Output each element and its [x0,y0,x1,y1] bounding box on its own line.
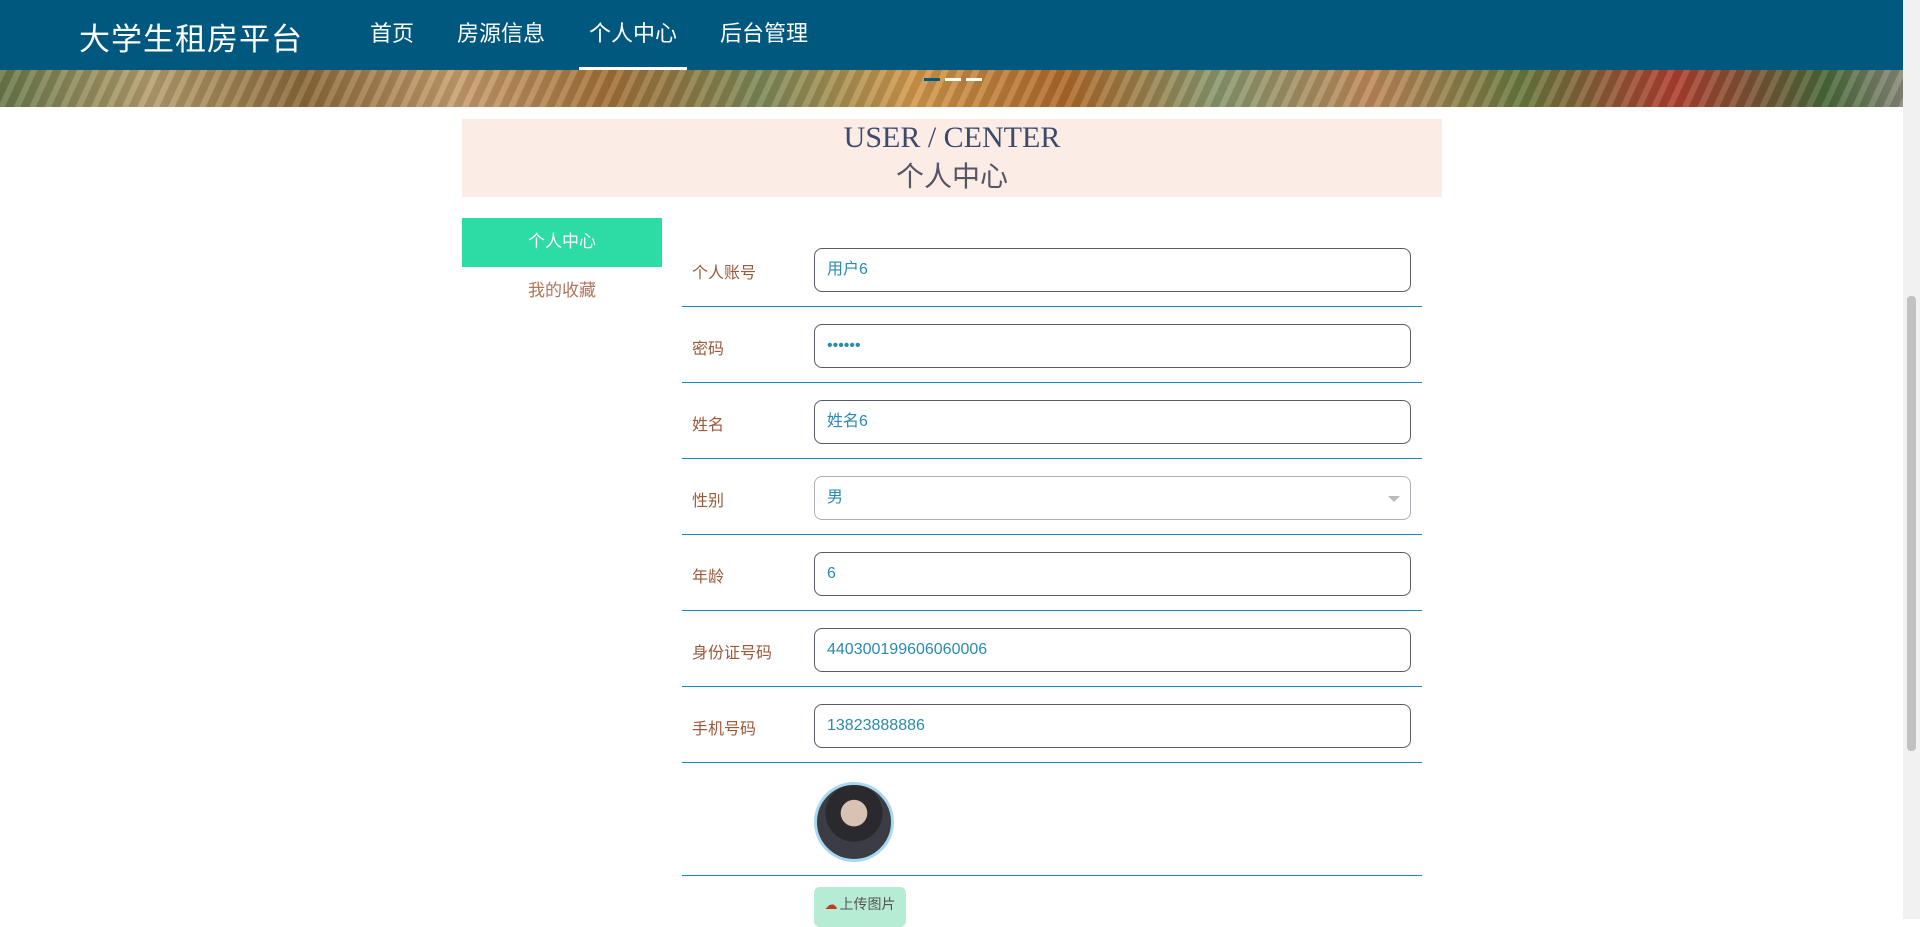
avatar [814,782,894,862]
chevron-down-icon [1388,496,1400,502]
form-row-phone: 手机号码 13823888886 [682,687,1422,763]
age-label: 年龄 [692,567,725,586]
page-scrollbar[interactable] [1903,0,1920,919]
form-row-age: 年龄 6 [682,535,1422,611]
nav-home[interactable]: 首页 [370,0,414,70]
form-row-password: 密码 •••••• [682,307,1422,383]
gender-select[interactable]: 男 [814,476,1411,520]
form-row-account: 个人账号 用户6 [682,231,1422,307]
form-row-gender: 性别 男 [682,459,1422,535]
nav-listings[interactable]: 房源信息 [457,0,545,70]
carousel-dot-2[interactable] [945,78,961,81]
page-title-zh: 个人中心 [895,160,1008,193]
password-label: 密码 [692,339,725,358]
nav-user-center[interactable]: 个人中心 [578,0,688,70]
gender-label: 性别 [692,491,725,510]
scrollbar-thumb[interactable] [1907,296,1916,751]
profile-form: 个人账号 用户6 密码 •••••• 姓名 姓名6 性别 男 年龄 6 身份证号… [682,231,1422,876]
form-row-avatar [682,763,1422,876]
name-label: 姓名 [692,415,725,434]
page-title-en: USER / CENTER [843,121,1061,154]
name-field[interactable]: 姓名6 [814,400,1411,444]
password-field[interactable]: •••••• [814,324,1411,368]
id-number-field[interactable]: 440300199606060006 [814,628,1411,672]
gender-select-value: 男 [827,489,844,506]
nav-admin[interactable]: 后台管理 [720,0,808,70]
side-menu: 个人中心 我的收藏 [462,218,662,316]
side-item-user-center[interactable]: 个人中心 [462,218,662,267]
carousel-dot-1[interactable] [924,78,940,81]
cloud-upload-icon: ☁ [824,898,838,913]
account-field[interactable]: 用户6 [814,248,1411,292]
phone-label: 手机号码 [692,719,757,738]
page-header: USER / CENTER 个人中心 [462,119,1442,197]
upload-image-button[interactable]: ☁ 上传图片 [814,887,906,927]
top-nav-bar: 大学生租房平台 首页 房源信息 个人中心 后台管理 [0,0,1903,70]
carousel-dot-3[interactable] [966,78,982,81]
side-item-favorites[interactable]: 我的收藏 [462,267,662,316]
account-label: 个人账号 [692,263,757,282]
id-number-label: 身份证号码 [692,643,773,662]
form-row-id-number: 身份证号码 440300199606060006 [682,611,1422,687]
phone-field[interactable]: 13823888886 [814,704,1411,748]
site-logo-title[interactable]: 大学生租房平台 [79,14,303,59]
form-row-name: 姓名 姓名6 [682,383,1422,459]
banner-carousel [0,70,1903,107]
upload-button-label: 上传图片 [839,897,896,913]
age-field[interactable]: 6 [814,552,1411,596]
